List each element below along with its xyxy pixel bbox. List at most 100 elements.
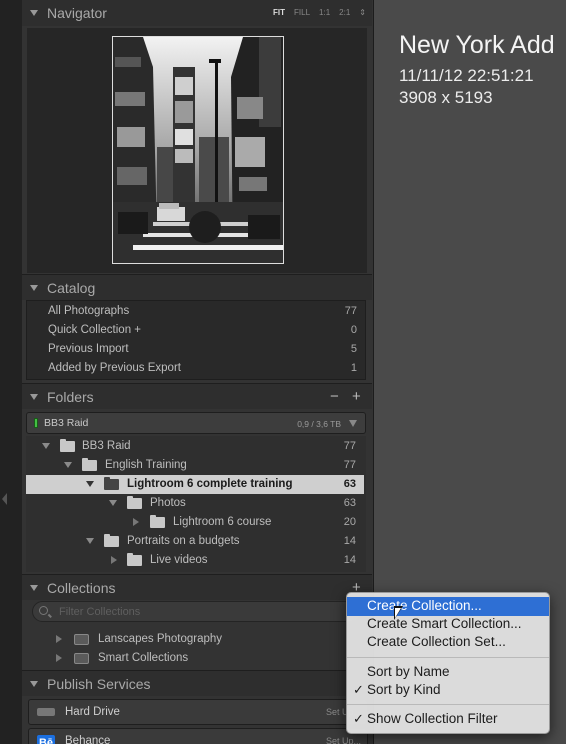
zoom-fill-option[interactable]: FILL <box>294 8 310 17</box>
menu-item-label: Sort by Kind <box>367 682 441 697</box>
collections-header[interactable]: Collections + <box>22 574 372 600</box>
folder-expand-icon[interactable] <box>86 481 94 487</box>
menu-item-sort-by-name[interactable]: Sort by Name <box>347 663 549 682</box>
folder-count: 14 <box>343 554 356 566</box>
menu-item-label: Create Collection Set... <box>367 634 506 649</box>
collection-set-row[interactable]: Lanscapes Photography <box>22 630 360 649</box>
catalog-item-all-photographs[interactable]: All Photographs 77 <box>27 302 365 321</box>
folder-count: 77 <box>343 459 356 471</box>
folders-header[interactable]: Folders − + <box>22 383 372 409</box>
menu-item-create-smart-collection[interactable]: Create Smart Collection... <box>347 615 549 634</box>
folder-row[interactable]: Portraits on a budgets 14 <box>26 532 364 551</box>
folder-row[interactable]: Lightroom 6 course 20 <box>26 513 364 532</box>
navigator-zoom-options: FIT FILL 1:1 2:1 ⇕ <box>273 8 366 17</box>
folder-collapsed-icon[interactable] <box>133 518 139 526</box>
menu-separator <box>347 657 549 658</box>
collection-label: Lanscapes Photography <box>98 633 223 645</box>
publish-services-header[interactable]: Publish Services <box>22 670 372 696</box>
folder-row[interactable]: Photos 63 <box>26 494 364 513</box>
menu-item-create-collection-set[interactable]: Create Collection Set... <box>347 633 549 652</box>
catalog-item-label: Quick Collection + <box>48 324 141 336</box>
remove-folder-icon[interactable]: − <box>330 388 339 405</box>
menu-item-label: Create Smart Collection... <box>367 616 522 631</box>
folder-icon <box>104 477 119 490</box>
menu-item-show-collection-filter[interactable]: ✓ Show Collection Filter <box>347 710 549 729</box>
volume-name: BB3 Raid <box>44 417 89 429</box>
catalog-item-count: 77 <box>344 305 357 317</box>
menu-item-sort-by-kind[interactable]: ✓ Sort by Kind <box>347 681 549 700</box>
catalog-item-quick-collection[interactable]: Quick Collection + 0 <box>27 321 365 340</box>
publish-service-hard-drive[interactable]: Hard Drive Set Up... <box>28 699 368 725</box>
volume-dropdown-icon[interactable] <box>349 420 357 427</box>
folder-row-selected[interactable]: Lightroom 6 complete training 63 <box>26 475 364 494</box>
catalog-title: Catalog <box>47 280 96 296</box>
menu-item-create-collection[interactable]: Create Collection... <box>347 597 549 616</box>
zoom-1-1-option[interactable]: 1:1 <box>319 8 330 17</box>
navigator-header[interactable]: Navigator FIT FILL 1:1 2:1 ⇕ <box>22 0 372 26</box>
folder-icon <box>127 496 142 509</box>
folder-count: 63 <box>343 497 356 509</box>
left-panel-edge[interactable] <box>0 0 22 744</box>
disclosure-triangle-icon[interactable] <box>30 10 38 16</box>
folder-label: Photos <box>150 497 186 509</box>
checkmark-icon: ✓ <box>353 711 364 726</box>
folders-title: Folders <box>47 389 94 405</box>
folder-expand-icon[interactable] <box>109 500 117 506</box>
disclosure-triangle-icon[interactable] <box>30 585 38 591</box>
folder-label: Live videos <box>150 554 208 566</box>
menu-item-label: Sort by Name <box>367 664 450 679</box>
collection-collapsed-icon[interactable] <box>56 635 62 643</box>
photo-title: New York Add <box>399 31 555 59</box>
folder-count: 14 <box>343 535 356 547</box>
publish-service-name: Behance <box>65 735 111 744</box>
folder-expand-icon[interactable] <box>42 443 50 449</box>
set-up-button[interactable]: Set Up... <box>326 736 361 744</box>
collection-collapsed-icon[interactable] <box>56 654 62 662</box>
catalog-item-previous-import[interactable]: Previous Import 5 <box>27 340 365 359</box>
zoom-fit-option[interactable]: FIT <box>273 8 285 17</box>
disclosure-triangle-icon[interactable] <box>30 681 38 687</box>
navigator-preview[interactable] <box>27 28 367 273</box>
folder-expand-icon[interactable] <box>64 462 72 468</box>
photo-capture-date: 11/11/12 22:51:21 <box>399 66 534 85</box>
folder-label: Lightroom 6 course <box>173 516 272 528</box>
disclosure-triangle-icon[interactable] <box>30 285 38 291</box>
navigator-photo-thumbnail[interactable] <box>112 36 284 264</box>
search-icon <box>39 606 48 615</box>
folder-label: BB3 Raid <box>82 440 131 452</box>
checkmark-icon: ✓ <box>353 682 364 697</box>
folder-icon <box>60 439 75 452</box>
behance-icon: Bē <box>37 735 55 744</box>
folder-expand-icon[interactable] <box>86 538 94 544</box>
photo-dimensions: 3908 x 5193 <box>399 88 493 107</box>
zoom-2-1-option[interactable]: 2:1 <box>339 8 350 17</box>
folder-row[interactable]: BB3 Raid 77 <box>26 437 364 456</box>
folder-row[interactable]: Live videos 14 <box>26 551 364 570</box>
catalog-header[interactable]: Catalog <box>22 274 372 300</box>
left-panel: Navigator FIT FILL 1:1 2:1 ⇕ Catalog All… <box>22 0 374 744</box>
disclosure-triangle-icon[interactable] <box>30 394 38 400</box>
publish-service-name: Hard Drive <box>65 706 120 718</box>
publish-service-behance[interactable]: Bē Behance Set Up... <box>28 728 368 744</box>
publish-services-title: Publish Services <box>47 676 151 692</box>
mouse-pointer-icon <box>394 606 403 620</box>
collapse-left-panel-icon[interactable] <box>2 493 7 505</box>
volume-status-led <box>34 418 38 428</box>
catalog-item-label: All Photographs <box>48 305 130 317</box>
zoom-stepper-icon[interactable]: ⇕ <box>359 8 366 17</box>
collection-set-row[interactable]: Smart Collections <box>22 649 360 668</box>
menu-separator <box>347 704 549 705</box>
collections-context-menu: Create Collection... Create Smart Collec… <box>346 592 550 734</box>
volume-bar[interactable]: BB3 Raid 0,9 / 3,6 TB <box>26 412 366 434</box>
catalog-item-count: 5 <box>350 343 357 355</box>
collection-set-icon <box>74 634 89 645</box>
collection-filter-field[interactable]: Filter Collections <box>32 601 362 622</box>
add-folder-icon[interactable]: + <box>352 388 361 405</box>
times-square-photo <box>113 37 283 263</box>
folder-collapsed-icon[interactable] <box>111 556 117 564</box>
folder-count: 20 <box>343 516 356 528</box>
folder-row[interactable]: English Training 77 <box>26 456 364 475</box>
volume-capacity: 0,9 / 3,6 TB <box>297 419 341 429</box>
catalog-item-added-by-previous-export[interactable]: Added by Previous Export 1 <box>27 359 365 378</box>
folder-icon <box>82 458 97 471</box>
